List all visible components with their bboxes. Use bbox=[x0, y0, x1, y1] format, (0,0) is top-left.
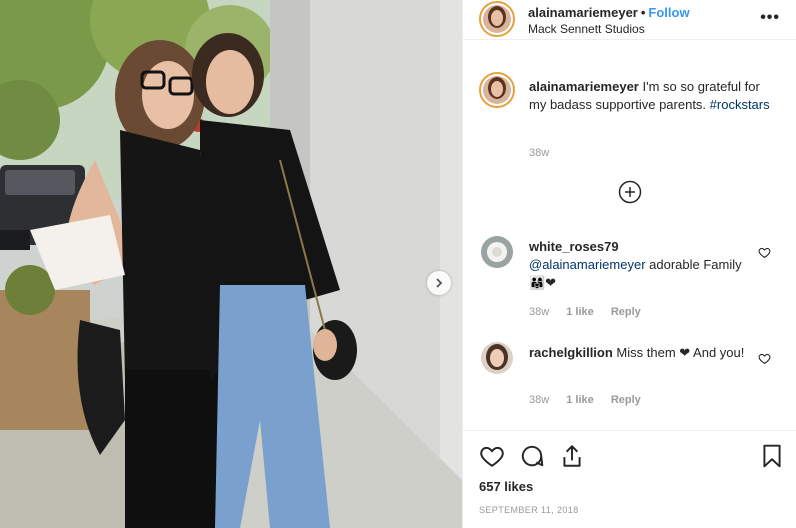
comment-mention[interactable]: @alainamariemeyer bbox=[529, 257, 646, 272]
caption-hashtag[interactable]: #rockstars bbox=[710, 97, 770, 112]
post-photo[interactable] bbox=[0, 0, 462, 528]
share-icon[interactable] bbox=[559, 443, 585, 469]
follow-button[interactable]: Follow bbox=[648, 5, 689, 20]
ellipsis-icon: ••• bbox=[760, 9, 780, 26]
avatar-image bbox=[481, 236, 513, 268]
likes-count[interactable]: 657 likes bbox=[479, 479, 533, 494]
post-side-panel: alainamariemeyer • Follow Mack Sennett Stu… bbox=[462, 0, 796, 528]
avatar-image bbox=[483, 76, 511, 104]
heart-icon[interactable] bbox=[479, 443, 505, 469]
comment-meta: 38w 1 like Reply bbox=[529, 306, 655, 318]
caption-text: alainamariemeyer I'm so so grateful for … bbox=[529, 78, 779, 114]
avatar-image bbox=[481, 342, 513, 374]
heart-icon[interactable] bbox=[758, 352, 771, 365]
chevron-right-icon bbox=[436, 278, 443, 288]
caption-username[interactable]: alainamariemeyer bbox=[529, 79, 639, 94]
comment-time[interactable]: 38w bbox=[529, 394, 549, 406]
comment-icon[interactable] bbox=[519, 443, 545, 469]
header-username[interactable]: alainamariemeyer bbox=[528, 5, 638, 20]
comment-body: Miss them ❤ And you! bbox=[612, 345, 745, 360]
comment-text: white_roses79 @alainamariemeyer adorable… bbox=[529, 238, 749, 292]
comment-username[interactable]: white_roses79 bbox=[529, 239, 619, 254]
carousel-next-button[interactable] bbox=[427, 271, 451, 295]
comment-text: rachelgkillion Miss them ❤ And you! bbox=[529, 344, 749, 362]
comment-time[interactable]: 38w bbox=[529, 306, 549, 318]
post-header: alainamariemeyer • Follow Mack Sennett Stu… bbox=[463, 0, 796, 40]
author-avatar[interactable] bbox=[479, 1, 515, 37]
bookmark-icon[interactable] bbox=[759, 443, 785, 469]
comment-username[interactable]: rachelgkillion bbox=[529, 345, 613, 360]
more-options-button[interactable]: ••• bbox=[760, 10, 780, 26]
caption-timestamp[interactable]: 38w bbox=[529, 147, 549, 159]
header-line: alainamariemeyer • Follow bbox=[528, 5, 690, 20]
header-separator: • bbox=[640, 5, 646, 20]
heart-icon[interactable] bbox=[758, 246, 771, 259]
caption-avatar[interactable] bbox=[479, 72, 515, 108]
comment-likes[interactable]: 1 like bbox=[566, 394, 594, 406]
instagram-post: alainamariemeyer • Follow Mack Sennett Stu… bbox=[0, 0, 796, 528]
plus-circle-icon bbox=[618, 180, 642, 204]
commenter-avatar[interactable] bbox=[481, 236, 513, 268]
reply-button[interactable]: Reply bbox=[611, 306, 641, 318]
photo-illustration bbox=[0, 0, 462, 528]
avatar-image bbox=[483, 5, 511, 33]
post-actions: 657 likes SEPTEMBER 11, 2018 bbox=[463, 430, 796, 528]
location-link[interactable]: Mack Sennett Studios bbox=[528, 22, 645, 36]
post-date[interactable]: SEPTEMBER 11, 2018 bbox=[479, 505, 579, 515]
load-more-comments-button[interactable] bbox=[618, 180, 642, 204]
reply-button[interactable]: Reply bbox=[611, 394, 641, 406]
commenter-avatar[interactable] bbox=[481, 342, 513, 374]
comment-likes[interactable]: 1 like bbox=[566, 306, 594, 318]
comment-meta: 38w 1 like Reply bbox=[529, 394, 655, 406]
